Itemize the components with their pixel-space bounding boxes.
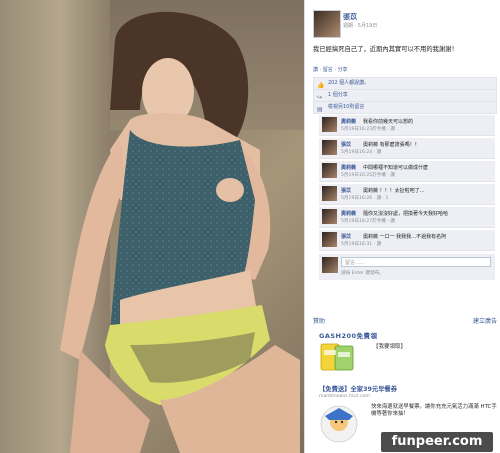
comment-meta[interactable]: 5月19日16:27於手機 · 讚 (341, 218, 395, 224)
comment-text: 隨你又沒沒好處，把換著今天我好哈哈 (363, 211, 449, 217)
commenter-avatar[interactable] (322, 186, 337, 201)
comment-text: 我看你前幾天可以想的 (363, 119, 414, 125)
comment-composer: 留言…… 請按 Enter 鍵發布。 (319, 254, 495, 280)
commenter-name[interactable]: 張苡 (341, 187, 351, 194)
comment-text: 中間哪裡不知道可以做成什麼 (363, 165, 429, 171)
commenter-name[interactable]: 張苡 (341, 141, 351, 148)
post-author-name[interactable]: 張苡 (343, 12, 357, 22)
share-count[interactable]: 1 個分享 (328, 92, 348, 98)
comment-meta[interactable]: 5月19日16:25於手機 · 讚 (341, 172, 395, 178)
commenter-avatar[interactable] (322, 140, 337, 155)
commenter-avatar[interactable] (322, 117, 337, 132)
commenter-name[interactable]: 奧莉薇 (341, 118, 356, 125)
comment-item: 奧莉薇 隨你又沒沒好處，把換著今天我好哈哈 5月19日16:27於手機 · 讚 (319, 207, 495, 228)
comment-meta[interactable]: 5月19日16:31 · 讚 (341, 241, 381, 247)
view-more-comments-row[interactable]: ▤ 檢視另10則留言 (314, 102, 496, 113)
comment-item: 奧莉薇 我看你前幾天可以想的 5月19日16:23於手機 · 讚 (319, 115, 495, 136)
site-watermark: funpeer.com (381, 432, 493, 452)
comment-input[interactable]: 留言…… (341, 257, 491, 267)
commenter-name[interactable]: 張苡 (341, 233, 351, 240)
ad1-title[interactable]: GASH200免費領 (319, 330, 378, 340)
comment-meta[interactable]: 5月19日16:24 · 讚 (341, 149, 381, 155)
post-timestamp[interactable]: 週期 · 5月19日 (343, 22, 377, 29)
facebook-post-panel: 張苡 週期 · 5月19日 我已經搞死自己了，近期內其實可以不用的我謝謝！ 讚 … (304, 0, 500, 453)
ad2-description: 快來海選就送早餐票。讓你充充元氣活力滿滿 HTC手機等著你來抽！ (371, 404, 497, 417)
ad2-title[interactable]: 【免費送】全家39元早餐券 (319, 384, 397, 393)
create-ad-link[interactable]: 建立廣告 (473, 316, 497, 325)
comment-hint: 請按 Enter 鍵發布。 (341, 271, 384, 276)
commenter-avatar[interactable] (322, 209, 337, 224)
post-actions[interactable]: 讚 · 留言 · 分享 (313, 66, 348, 73)
comment-item: 張苡 奧莉薇 ！！！太扯啦吧了… 5月19日16:26 · 讚 · 1 (319, 184, 495, 205)
comment-meta[interactable]: 5月19日16:26 · 讚 · 1 (341, 195, 388, 201)
comment-item: 張苡 奧莉薇 一口一 我我我…不過我有名阿 5月19日16:31 · 讚 (319, 230, 495, 251)
comment-bubble-icon: ▤ (317, 106, 323, 113)
sponsored-label: 贊助 (313, 318, 326, 325)
ad2-url[interactable]: mantimeans.hicir.com (319, 394, 370, 399)
commenter-avatar[interactable] (322, 163, 337, 178)
photo-figure (60, 11, 300, 453)
comment-text: 奧莉薇 有那麼誇張嗎！！ (363, 142, 420, 148)
like-count[interactable]: 202 個人都說讚。 (328, 80, 369, 86)
like-count-row[interactable]: 👍 202 個人都說讚。 (314, 78, 496, 90)
share-count-row[interactable]: ↪ 1 個分享 (314, 90, 496, 102)
comment-item: 張苡 奧莉薇 有那麼誇張嗎！！ 5月19日16:24 · 讚 (319, 138, 495, 159)
post-photo[interactable] (0, 0, 304, 453)
author-avatar[interactable] (313, 10, 341, 38)
post-message: 我已經搞死自己了，近期內其實可以不用的我謝謝！ (313, 46, 458, 53)
ad1-description[interactable]: 【我要領取】 (373, 342, 406, 350)
likes-summary: 👍 202 個人都說讚。 ↪ 1 個分享 ▤ 檢視另10則留言 (313, 77, 497, 114)
ads-header: 贊助 建立廣告 (313, 316, 497, 325)
commenter-name[interactable]: 奧莉薇 (341, 164, 356, 171)
comment-item: 奧莉薇 中間哪裡不知道可以做成什麼 5月19日16:25於手機 · 讚 (319, 161, 495, 182)
commenter-name[interactable]: 奧莉薇 (341, 210, 356, 217)
view-more-comments[interactable]: 檢視另10則留言 (328, 104, 364, 110)
comment-meta[interactable]: 5月19日16:23於手機 · 讚 (341, 126, 395, 132)
viewer-avatar (322, 257, 338, 273)
ad1-image[interactable] (319, 342, 369, 372)
comment-text: 奧莉薇 一口一 我我我…不過我有名阿 (363, 234, 447, 240)
comment-text: 奧莉薇 ！！！太扯啦吧了… (363, 188, 425, 194)
commenter-avatar[interactable] (322, 232, 337, 247)
ad2-image[interactable] (319, 402, 369, 446)
